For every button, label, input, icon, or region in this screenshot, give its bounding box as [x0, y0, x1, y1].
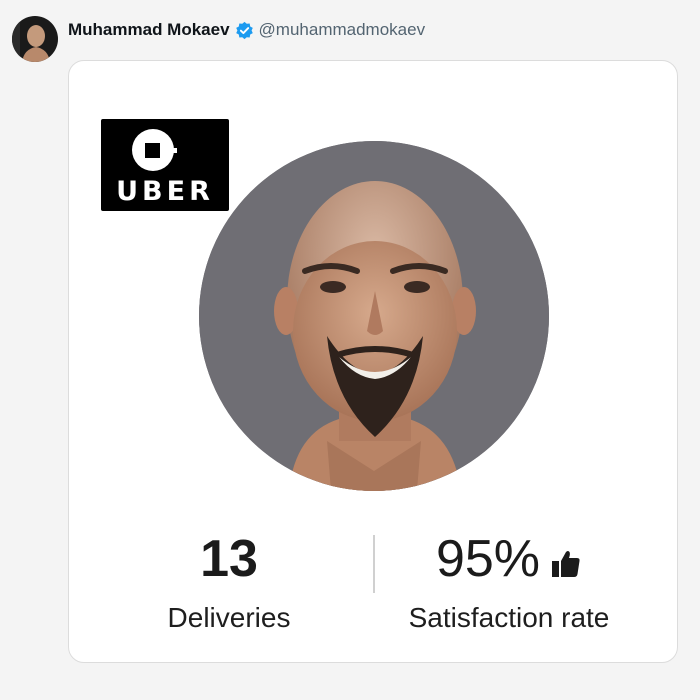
author-avatar[interactable]	[12, 16, 58, 62]
stat-deliveries: 13 Deliveries	[139, 529, 319, 635]
stat-satisfaction: 95% Satisfaction rate	[379, 529, 639, 635]
author-handle[interactable]: @muhammadmokaev	[259, 19, 426, 41]
verified-badge-icon	[235, 21, 254, 40]
deliveries-count: 13	[200, 530, 258, 588]
profile-photo	[199, 141, 549, 491]
stat-divider	[373, 535, 375, 593]
author-line: Muhammad Mokaev @muhammadmokaev	[68, 19, 425, 41]
satisfaction-label: Satisfaction rate	[408, 602, 610, 633]
thumbs-up-icon	[550, 548, 582, 580]
author-name[interactable]: Muhammad Mokaev	[68, 19, 230, 41]
satisfaction-percent: 95%	[435, 530, 541, 588]
tweet: Muhammad Mokaev @muhammadmokaev UBER 13 …	[0, 0, 700, 700]
deliveries-label: Deliveries	[167, 602, 291, 633]
uber-wordmark: UBER	[116, 176, 214, 207]
satisfaction-value-row: 95%	[379, 529, 639, 589]
uber-logo: UBER	[101, 119, 229, 211]
media-card[interactable]: UBER 13 Deliveries 95% Satisfaction rate	[68, 60, 678, 663]
